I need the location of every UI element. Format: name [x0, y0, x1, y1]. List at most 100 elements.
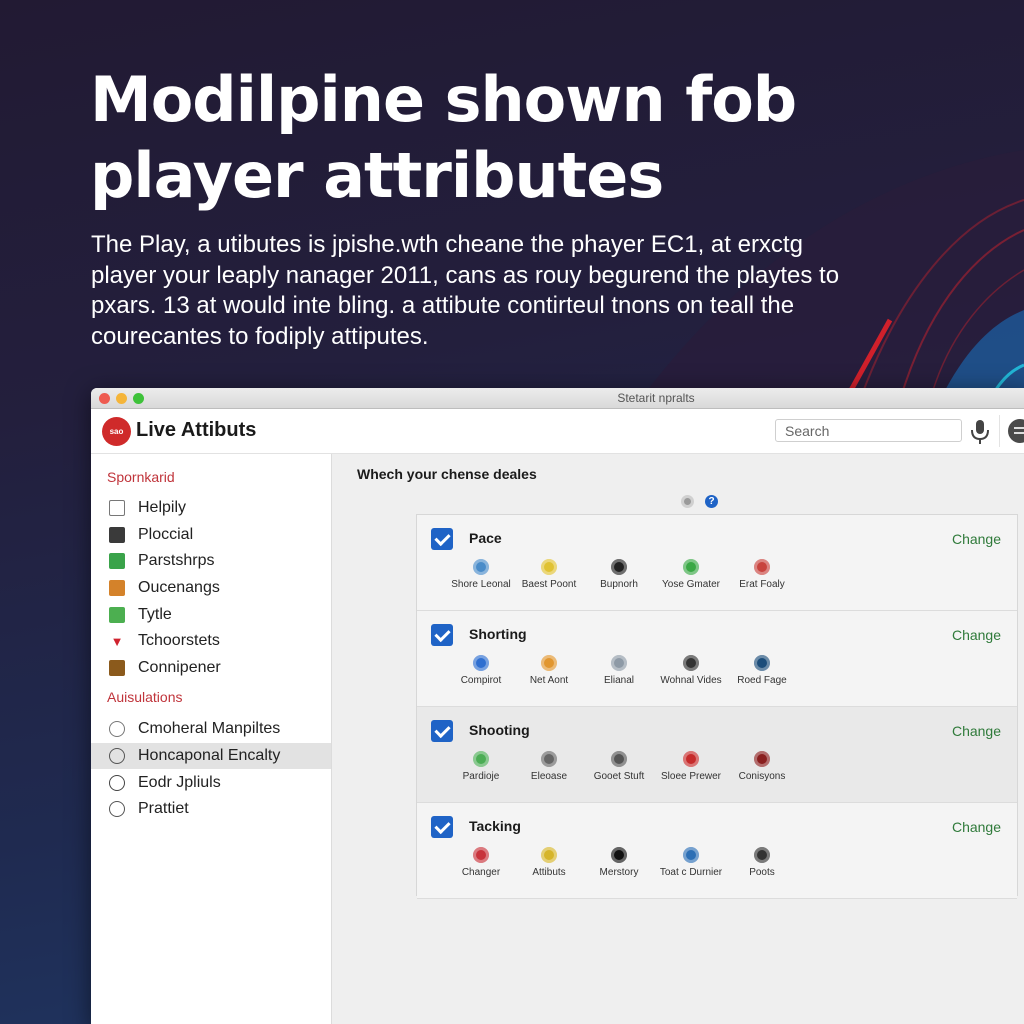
change-button[interactable]: Change [952, 627, 1001, 643]
group-checkbox[interactable] [431, 720, 453, 742]
sidebar-item[interactable]: Cmoheral Manpiltes [91, 716, 331, 743]
attribute-item[interactable]: Attibuts [509, 847, 589, 878]
chart-icon [109, 606, 125, 623]
attribute-item[interactable]: Roed Fage [722, 655, 802, 686]
attribute-label: Wohnal Vides [660, 675, 722, 686]
sidebar-item-label: Tytle [138, 605, 172, 623]
home-icon [109, 553, 125, 570]
sidebar-item-label: Oucenangs [138, 579, 220, 597]
sidebar-item[interactable]: Eodr Jpliuls [91, 769, 331, 796]
attribute-icon [611, 751, 627, 767]
help-icon[interactable]: ? [705, 495, 718, 508]
settings-icon[interactable] [1008, 419, 1024, 443]
group-title: Shorting [469, 626, 527, 642]
attribute-icon [683, 751, 699, 767]
attribute-groups-panel: Pace Change Shore Leonal Baest Poont Bup… [416, 514, 1018, 899]
attribute-icon [754, 847, 770, 863]
sidebar-item[interactable]: Connipener [91, 655, 331, 682]
attribute-icon [611, 559, 627, 575]
attribute-label: Toat c Durnier [659, 867, 723, 878]
group-checkbox[interactable] [431, 816, 453, 838]
attribute-item[interactable]: Conisyons [722, 751, 802, 782]
attribute-item[interactable]: Sloee Prewer [651, 751, 731, 782]
group-checkbox[interactable] [431, 528, 453, 550]
sidebar: Spornkarid Helpily Ploccial Parstshrps Ouce… [91, 454, 332, 1024]
attribute-label: Net Aont [529, 675, 569, 686]
attribute-icon [541, 847, 557, 863]
attribute-icon [754, 751, 770, 767]
sidebar-item[interactable]: Tytle [91, 601, 331, 628]
attribute-icon [473, 847, 489, 863]
sidebar-item-label: Connipener [138, 658, 221, 676]
attribute-group-card: Pace Change Shore Leonal Baest Poont Bup… [417, 515, 1017, 611]
main-content: Whech your chense deales ? Pace Change S… [332, 454, 1024, 1024]
attribute-item[interactable]: Yose Gmater [651, 559, 731, 590]
columns-icon [109, 748, 125, 765]
attribute-item[interactable]: Wohnal Vides [651, 655, 731, 686]
sidebar-item-label: Prattiet [138, 800, 189, 818]
attribute-item[interactable]: Elianal [579, 655, 659, 686]
attribute-icon [473, 559, 489, 575]
change-button[interactable]: Change [952, 723, 1001, 739]
sidebar-item[interactable]: ▼ Tchoorstets [91, 628, 331, 655]
location-icon [109, 774, 125, 791]
sidebar-item-label: Ploccial [138, 525, 194, 543]
app-toolbar: sao Live Attibuts [91, 409, 1024, 454]
attribute-label: Bupnorh [600, 579, 638, 590]
attribute-label: Attibuts [532, 867, 566, 878]
window-title: Stetarit npralts [617, 391, 695, 405]
attribute-item[interactable]: Eleoase [509, 751, 589, 782]
refresh-icon[interactable] [681, 495, 694, 508]
group-title: Shooting [469, 722, 530, 738]
attribute-item[interactable]: Bupnorh [579, 559, 659, 590]
attribute-item[interactable]: Poots [722, 847, 802, 878]
sidebar-item[interactable]: Honcaponal Encalty [91, 742, 331, 770]
attribute-label: Eleoase [530, 771, 568, 782]
sidebar-item[interactable]: Prattiet [91, 796, 331, 823]
attribute-item[interactable]: Gooet Stuft [579, 751, 659, 782]
hero-intro-text: The Play, a utibutes is jpishe.wth chean… [91, 231, 840, 350]
sidebar-item[interactable]: Parstshrps [91, 548, 331, 575]
attribute-item[interactable]: Baest Poont [509, 559, 589, 590]
attribute-group-card: Shorting Change Compirot Net Aont Eliana… [417, 611, 1017, 707]
attribute-label: Merstory [599, 867, 639, 878]
attribute-item[interactable]: Merstory [579, 847, 659, 878]
sidebar-item-label: Honcaponal Encalty [138, 747, 281, 765]
microphone-icon[interactable] [969, 418, 991, 446]
attribute-label: Yose Gmater [662, 579, 720, 590]
attribute-icon [473, 751, 489, 767]
attribute-group-card: Shooting Change Pardioje Eleoase Gooet S… [417, 707, 1017, 803]
close-window-button[interactable] [99, 393, 110, 404]
group-title: Pace [469, 530, 502, 546]
search-input[interactable] [775, 419, 962, 442]
attribute-label: Poots [749, 867, 775, 878]
attribute-label: Conisyons [738, 771, 786, 782]
sidebar-section-heading: Auisulations [107, 689, 183, 706]
attribute-item[interactable]: Erat Foaly [722, 559, 802, 590]
attribute-icon [683, 559, 699, 575]
attribute-item[interactable]: Net Aont [509, 655, 589, 686]
app-window: Stetarit npralts sao Live Attibuts Sporn… [91, 388, 1024, 1024]
attribute-icon [473, 655, 489, 671]
change-button[interactable]: Change [952, 819, 1001, 835]
sidebar-section-heading: Spornkarid [107, 469, 175, 485]
change-button[interactable]: Change [952, 531, 1001, 547]
sidebar-item[interactable]: Oucenangs [91, 575, 331, 602]
headline-line-2: player attributes [90, 139, 664, 212]
attribute-label: Sloee Prewer [660, 771, 722, 782]
group-title: Tacking [469, 818, 521, 834]
house-icon [109, 801, 125, 818]
zoom-window-button[interactable] [133, 393, 144, 404]
user-icon [109, 721, 125, 738]
attribute-label: Gooet Stuft [593, 771, 645, 782]
attribute-item[interactable]: Toat c Durnier [651, 847, 731, 878]
attribute-icon [754, 559, 770, 575]
attribute-icon [541, 655, 557, 671]
window-titlebar: Stetarit npralts [91, 388, 1024, 409]
minimize-window-button[interactable] [116, 393, 127, 404]
hero-headline: Modilpine shown fob player attributes [90, 62, 850, 214]
group-checkbox[interactable] [431, 624, 453, 646]
sidebar-item[interactable]: Ploccial [91, 522, 331, 549]
sidebar-item[interactable]: Helpily [91, 495, 331, 522]
triangle-icon [109, 659, 125, 676]
